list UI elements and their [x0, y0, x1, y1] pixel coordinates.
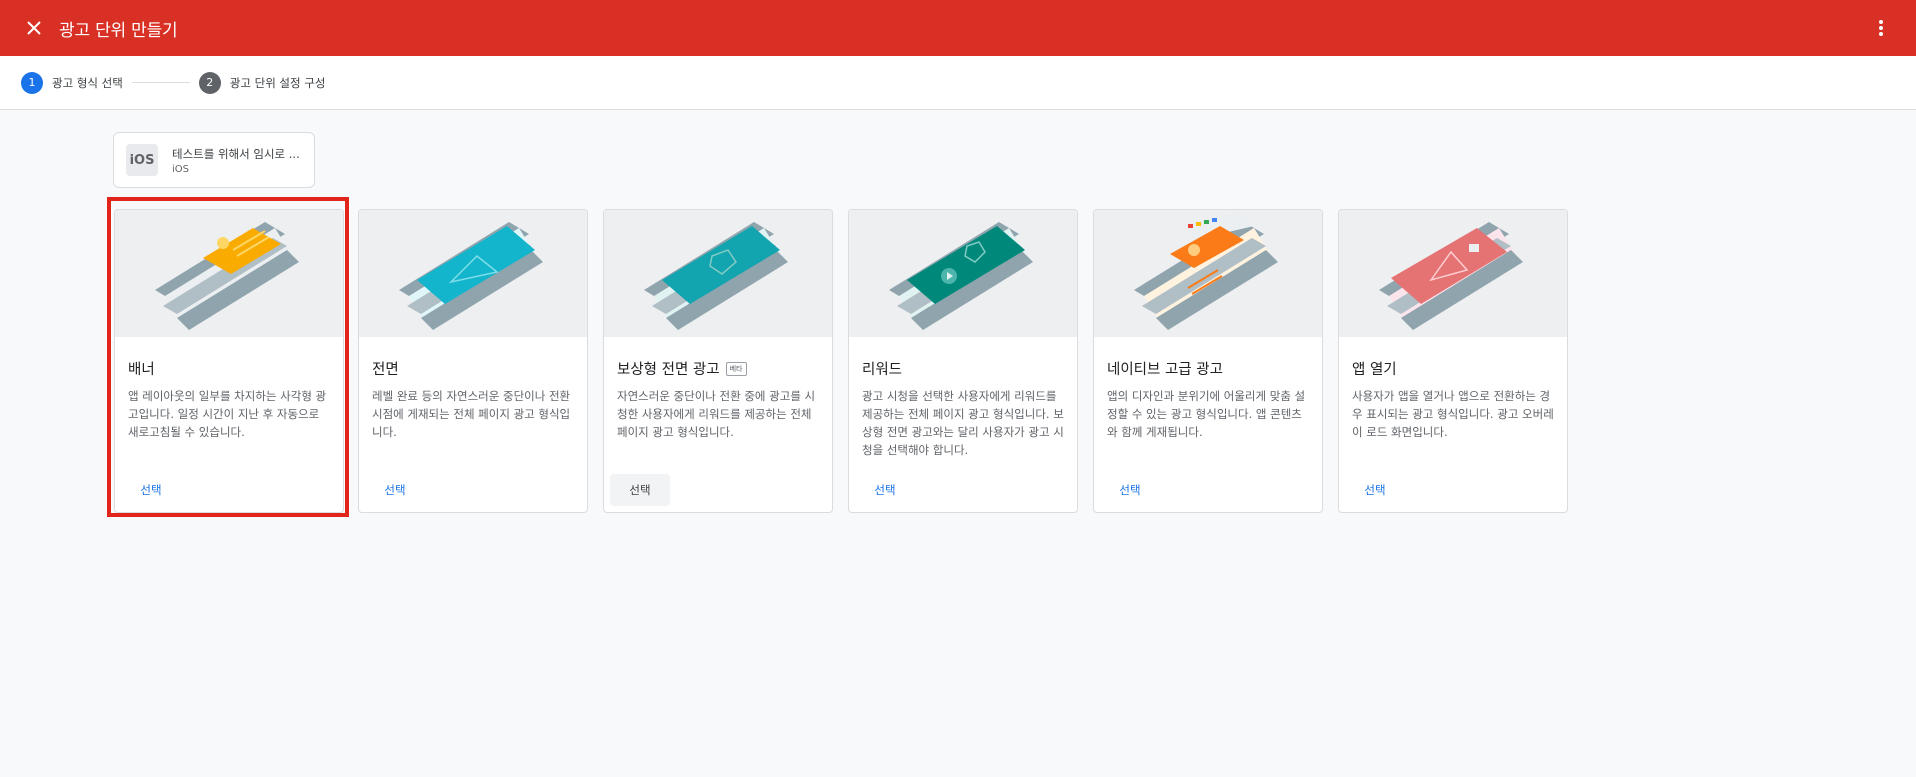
app-selector[interactable]: iOS 테스트를 위해서 임시로 ... iOS [113, 132, 315, 188]
banner-illustration [115, 210, 343, 337]
card-title: 앱 열기 [1352, 362, 1397, 378]
step-label: 광고 형식 선택 [52, 75, 123, 90]
more-vert-icon [1879, 20, 1883, 36]
step-number: 2 [198, 71, 221, 94]
card-description: 앱 레이아웃의 일부를 차지하는 사각형 광고입니다. 일정 시간이 지난 후 … [128, 389, 327, 439]
card-title: 배너 [128, 362, 155, 378]
format-card-banner[interactable]: 배너 앱 레이아웃의 일부를 차지하는 사각형 광고입니다. 일정 시간이 지난… [114, 209, 344, 513]
step-number: 1 [21, 71, 43, 94]
native-illustration [1094, 210, 1322, 337]
stepper: 1 광고 형식 선택 2 광고 단위 설정 구성 [0, 56, 1916, 110]
step-configure-settings[interactable]: 2 광고 단위 설정 구성 [198, 71, 326, 94]
app-name: 테스트를 위해서 임시로 ... [172, 146, 300, 161]
card-title: 보상형 전면 광고 베타 [617, 358, 747, 379]
format-card-interstitial[interactable]: 전면 레벨 완료 등의 자연스러운 중단이나 전환 시점에 게재되는 전체 페이… [358, 209, 588, 513]
select-rewarded-button[interactable]: 선택 [855, 474, 915, 506]
rewarded-interstitial-illustration [604, 210, 832, 337]
top-app-bar: 광고 단위 만들기 [0, 0, 1916, 56]
interstitial-illustration [359, 210, 587, 337]
beta-badge: 베타 [725, 361, 747, 376]
step-select-format[interactable]: 1 광고 형식 선택 [21, 71, 123, 94]
app-open-illustration [1339, 210, 1567, 337]
card-title: 네이티브 고급 광고 [1107, 362, 1223, 378]
format-card-rewarded-interstitial[interactable]: 보상형 전면 광고 베타 자연스러운 중단이나 전환 중에 광고를 시청한 사용자… [603, 209, 833, 513]
card-description: 광고 시청을 선택한 사용자에게 리워드를 제공하는 전체 페이지 광고 형식입… [862, 389, 1064, 457]
format-card-rewarded[interactable]: 리워드 광고 시청을 선택한 사용자에게 리워드를 제공하는 전체 페이지 광고… [848, 209, 1078, 513]
rewarded-illustration [849, 210, 1077, 337]
app-info: 테스트를 위해서 임시로 ... iOS [172, 146, 300, 175]
card-title: 리워드 [862, 362, 903, 378]
format-card-app-open[interactable]: 앱 열기 사용자가 앱을 열거나 앱으로 전환하는 경우 표시되는 광고 형식입… [1338, 209, 1568, 513]
card-title: 전면 [372, 362, 399, 378]
close-icon [27, 21, 41, 35]
select-interstitial-button[interactable]: 선택 [365, 474, 425, 506]
select-app-open-button[interactable]: 선택 [1345, 474, 1405, 506]
step-label: 광고 단위 설정 구성 [229, 75, 326, 90]
app-platform: iOS [172, 163, 189, 175]
ios-app-icon: iOS [126, 144, 158, 176]
card-description: 레벨 완료 등의 자연스러운 중단이나 전환 시점에 게재되는 전체 페이지 광… [372, 389, 571, 439]
card-description: 자연스러운 중단이나 전환 중에 광고를 시청한 사용자에게 리워드를 제공하는… [617, 389, 816, 439]
select-banner-button[interactable]: 선택 [121, 474, 181, 506]
select-native-button[interactable]: 선택 [1100, 474, 1160, 506]
close-button[interactable] [17, 11, 51, 45]
page-title: 광고 단위 만들기 [59, 20, 178, 41]
step-connector [131, 82, 190, 83]
card-description: 앱의 디자인과 분위기에 어울리게 맞춤 설정할 수 있는 광고 형식입니다. … [1107, 389, 1306, 439]
card-description: 사용자가 앱을 열거나 앱으로 전환하는 경우 표시되는 광고 형식입니다. 광… [1352, 389, 1554, 439]
select-rewarded-interstitial-button[interactable]: 선택 [610, 474, 670, 506]
more-options-button[interactable] [1866, 13, 1896, 43]
format-card-native-advanced[interactable]: 네이티브 고급 광고 앱의 디자인과 분위기에 어울리게 맞춤 설정할 수 있는… [1093, 209, 1323, 513]
